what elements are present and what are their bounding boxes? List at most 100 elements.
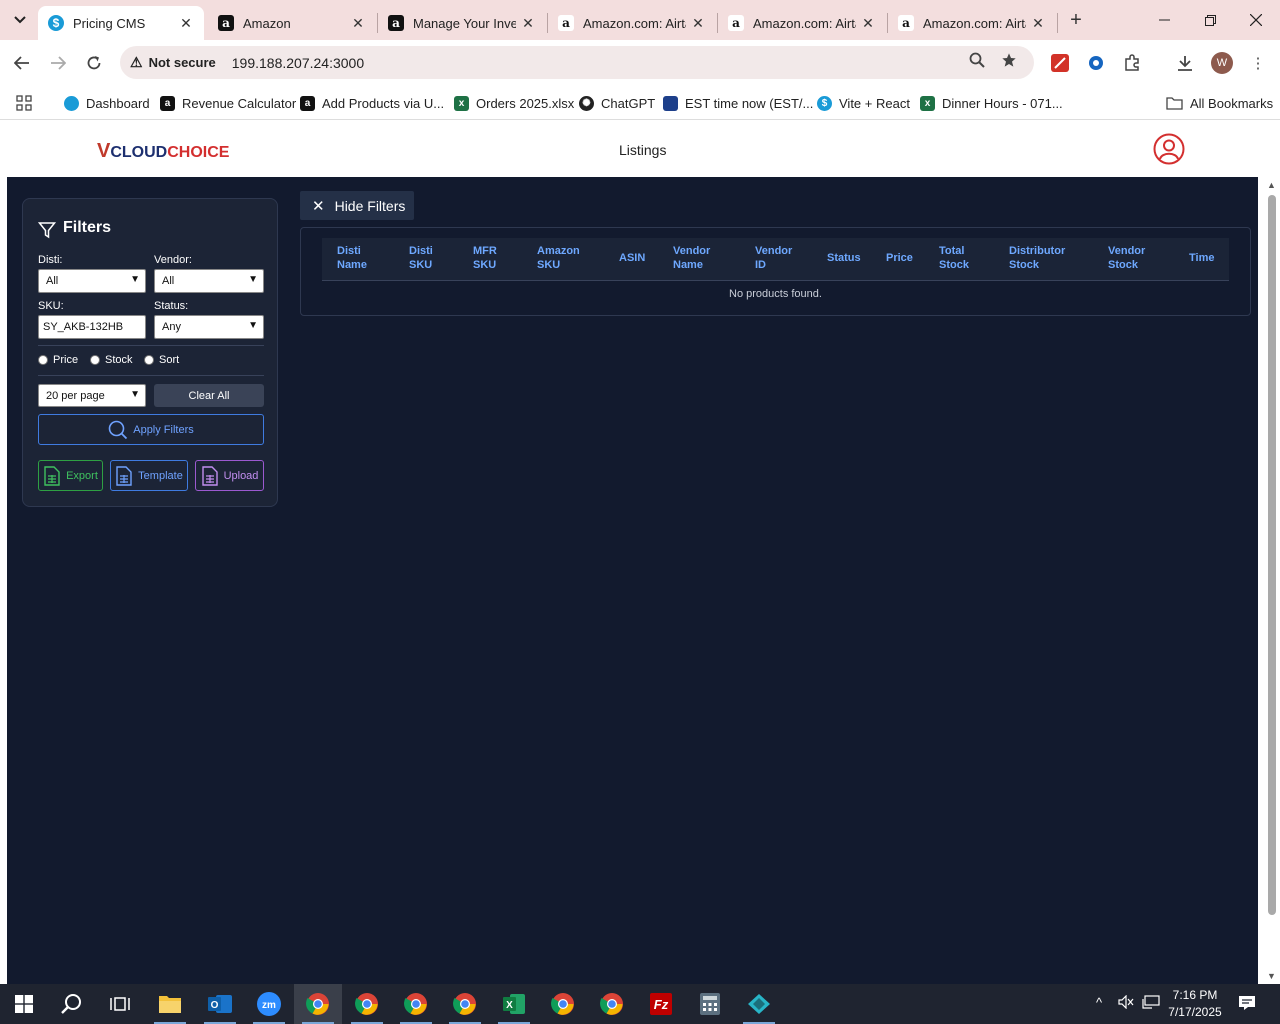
- column-header-price[interactable]: Price: [886, 251, 913, 265]
- reload-button[interactable]: [80, 49, 108, 77]
- close-icon[interactable]: ✕: [690, 15, 706, 31]
- task-view-button[interactable]: [96, 984, 144, 1024]
- column-header-vendor-id[interactable]: Vendor ID: [755, 244, 792, 272]
- bookmark-revenue-calculator[interactable]: a Revenue Calculator: [160, 92, 296, 114]
- radio-price[interactable]: Price: [38, 354, 78, 366]
- taskbar-zoom[interactable]: zm: [245, 984, 293, 1024]
- scroll-down-icon[interactable]: ▼: [1267, 971, 1276, 981]
- template-button[interactable]: Template: [110, 460, 188, 491]
- extensions-puzzle-icon[interactable]: [1120, 51, 1144, 75]
- tab-manage-inventory[interactable]: a Manage Your Inve ✕: [378, 6, 546, 40]
- status-select[interactable]: Any ▼: [154, 315, 264, 339]
- per-page-select[interactable]: 20 per page ▼: [38, 384, 146, 407]
- tab-amazon[interactable]: a Amazon ✕: [208, 6, 376, 40]
- bookmark-orders-2025[interactable]: x Orders 2025.xlsx: [454, 92, 574, 114]
- taskbar-file-explorer[interactable]: [146, 984, 194, 1024]
- radio-button[interactable]: [90, 355, 100, 365]
- security-indicator[interactable]: ⚠ Not secure: [130, 54, 216, 71]
- taskbar-app-diamond[interactable]: [735, 984, 783, 1024]
- bookmark-dinner-hours[interactable]: x Dinner Hours - 071...: [920, 92, 1063, 114]
- tab-amazon-airtag-1[interactable]: a Amazon.com: Airta ✕: [548, 6, 716, 40]
- taskbar-search-button[interactable]: [48, 984, 96, 1024]
- taskbar-chrome-profile-3[interactable]: [392, 984, 440, 1024]
- all-bookmarks[interactable]: All Bookmarks: [1166, 92, 1273, 114]
- radio-sort[interactable]: Sort: [144, 354, 179, 366]
- menu-kebab-icon[interactable]: ⋮: [1246, 51, 1270, 75]
- speaker-muted-icon[interactable]: [1118, 994, 1134, 1012]
- url-text[interactable]: 199.188.207.24:3000: [232, 55, 364, 71]
- address-bar[interactable]: ⚠ Not secure 199.188.207.24:3000: [120, 46, 1034, 79]
- taskbar-chrome-profile-2[interactable]: [343, 984, 391, 1024]
- close-icon[interactable]: ✕: [1030, 15, 1046, 31]
- forward-button[interactable]: [44, 49, 72, 77]
- sku-input[interactable]: SY_AKB-132HB: [38, 315, 146, 339]
- bookmark-vite-react[interactable]: $ Vite + React: [817, 92, 910, 114]
- close-icon[interactable]: ✕: [860, 15, 876, 31]
- zoom-icon[interactable]: [969, 52, 985, 72]
- apps-grid-icon[interactable]: [16, 92, 32, 114]
- close-icon[interactable]: ✕: [520, 15, 536, 31]
- new-tab-button[interactable]: +: [1064, 8, 1088, 32]
- tab-amazon-airtag-3[interactable]: a Amazon.com: Airta ✕: [888, 6, 1056, 40]
- back-button[interactable]: [8, 49, 36, 77]
- export-button[interactable]: Export: [38, 460, 103, 491]
- close-icon[interactable]: ✕: [350, 15, 366, 31]
- bookmark-star-icon[interactable]: [1001, 52, 1017, 72]
- download-icon[interactable]: [1173, 51, 1197, 75]
- notification-icon[interactable]: [1238, 995, 1256, 1014]
- apply-filters-button[interactable]: Apply Filters: [38, 414, 264, 445]
- bookmark-add-products[interactable]: a Add Products via U...: [300, 92, 444, 114]
- radio-stock[interactable]: Stock: [90, 354, 133, 366]
- page-scrollbar[interactable]: ▲ ▼: [1264, 177, 1280, 984]
- column-header-amazon-sku[interactable]: Amazon SKU: [537, 244, 580, 272]
- chevron-up-icon[interactable]: ^: [1096, 995, 1102, 1010]
- taskbar-outlook[interactable]: O: [196, 984, 244, 1024]
- minimize-button[interactable]: [1141, 6, 1187, 34]
- restore-button[interactable]: [1187, 6, 1233, 34]
- taskbar-chrome-profile-4[interactable]: [441, 984, 489, 1024]
- brand-logo[interactable]: VCLOUDCHOICE: [97, 140, 229, 163]
- network-icon[interactable]: [1142, 995, 1160, 1012]
- column-header-asin[interactable]: ASIN: [619, 251, 645, 265]
- profile-avatar[interactable]: W: [1211, 52, 1233, 74]
- column-header-vendor-stock[interactable]: Vendor Stock: [1108, 244, 1145, 272]
- taskbar-filezilla[interactable]: Fz: [637, 984, 685, 1024]
- column-header-disti-sku[interactable]: Disti SKU: [409, 244, 433, 272]
- task-view-icon: [110, 997, 130, 1011]
- column-header-total-stock[interactable]: Total Stock: [939, 244, 969, 272]
- taskbar-chrome-profile-5[interactable]: [539, 984, 587, 1024]
- bookmark-dashboard[interactable]: Dashboard: [64, 92, 150, 114]
- scroll-up-icon[interactable]: ▲: [1267, 180, 1276, 190]
- bookmark-label: Add Products via U...: [322, 95, 445, 111]
- scrollbar-thumb[interactable]: [1268, 195, 1276, 915]
- bookmark-chatgpt[interactable]: ✺ ChatGPT: [579, 92, 655, 114]
- user-account-icon[interactable]: [1153, 133, 1185, 165]
- column-header-disti-name[interactable]: Disti Name: [337, 244, 367, 272]
- tab-search-button[interactable]: [6, 7, 34, 33]
- bookmark-est-time[interactable]: EST time now (EST/...: [663, 92, 813, 114]
- start-button[interactable]: [0, 984, 48, 1024]
- column-header-time[interactable]: Time: [1189, 251, 1214, 265]
- close-icon[interactable]: ✕: [178, 15, 194, 31]
- extension-icon[interactable]: [1084, 51, 1108, 75]
- taskbar-chrome-profile-6[interactable]: [588, 984, 636, 1024]
- taskbar-excel[interactable]: X: [490, 984, 538, 1024]
- clear-all-button[interactable]: Clear All: [154, 384, 264, 407]
- column-header-status[interactable]: Status: [827, 251, 861, 265]
- taskbar-chrome-active[interactable]: [294, 984, 342, 1024]
- column-header-mfr-sku[interactable]: MFR SKU: [473, 244, 497, 272]
- close-window-button[interactable]: [1233, 6, 1279, 34]
- system-clock[interactable]: 7:16 PM 7/17/2025: [1160, 987, 1230, 1021]
- disti-select[interactable]: All ▼: [38, 269, 146, 293]
- taskbar-calculator[interactable]: [686, 984, 734, 1024]
- column-header-vendor-name[interactable]: Vendor Name: [673, 244, 710, 272]
- column-header-distributor-stock[interactable]: Distributor Stock: [1009, 244, 1065, 272]
- pdf-extension-icon[interactable]: [1048, 51, 1072, 75]
- upload-button[interactable]: Upload: [195, 460, 264, 491]
- radio-button[interactable]: [144, 355, 154, 365]
- radio-button[interactable]: [38, 355, 48, 365]
- tab-amazon-airtag-2[interactable]: a Amazon.com: Airta ✕: [718, 6, 886, 40]
- vendor-select[interactable]: All ▼: [154, 269, 264, 293]
- hide-filters-button[interactable]: ✕ Hide Filters: [300, 191, 414, 220]
- tab-pricing-cms[interactable]: $ Pricing CMS ✕: [38, 6, 204, 40]
